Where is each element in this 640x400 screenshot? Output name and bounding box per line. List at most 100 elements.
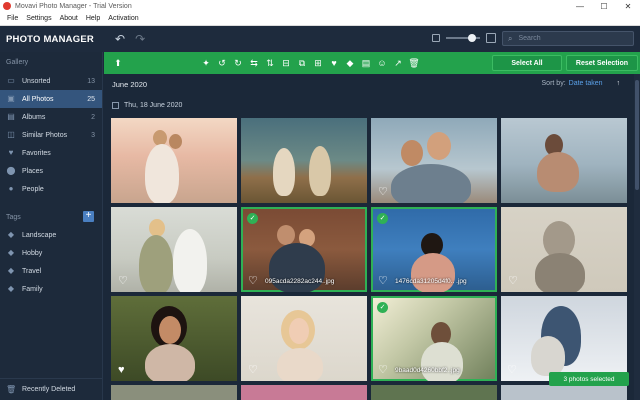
close-button[interactable]: ✕ [616, 2, 640, 11]
select-all-button[interactable]: Select All [492, 55, 562, 71]
photo-thumbnail[interactable] [241, 385, 367, 400]
photo-subject [401, 140, 423, 166]
import-icon[interactable]: ⬆ [110, 58, 126, 69]
selection-count-badge: 3 photos selected [549, 372, 629, 386]
large-thumbnail-icon[interactable] [486, 33, 496, 43]
sort-direction-icon[interactable]: ↑ [617, 80, 621, 87]
sort-label: Sort by: [541, 80, 566, 87]
selected-check-icon[interactable]: ✓ [377, 213, 388, 224]
photo-filename: 095acda2282ac244..jpg [265, 278, 335, 285]
search-input[interactable] [518, 35, 619, 42]
sidebar-item-unsorted[interactable]: ▭ Unsorted 13 [0, 72, 102, 90]
face-icon[interactable]: ☺ [374, 58, 390, 68]
flip-vertical-icon[interactable]: ⇅ [262, 58, 278, 69]
favorite-heart-icon[interactable]: ♡ [508, 276, 518, 287]
redo-icon[interactable]: ↷ [135, 32, 145, 46]
rotate-right-icon[interactable]: ↻ [230, 58, 246, 69]
photo-thumbnail[interactable] [241, 118, 367, 203]
minimize-button[interactable]: — [568, 2, 592, 11]
slider-track[interactable] [446, 34, 480, 42]
sidebar-item-favorites[interactable]: ♥ Favorites [0, 144, 102, 162]
rotate-left-icon[interactable]: ↺ [214, 58, 230, 69]
favorite-heart-icon[interactable]: ♥ [118, 365, 125, 376]
add-tag-button[interactable]: + [83, 211, 94, 222]
album-icon[interactable]: ▤ [358, 58, 374, 69]
sidebar-tag-family[interactable]: ◆ Family [0, 280, 102, 298]
photo-subject [289, 318, 309, 344]
photo-thumbnail[interactable]: ♥ [111, 296, 237, 381]
vertical-scrollbar[interactable] [634, 74, 640, 400]
photo-subject [277, 348, 323, 381]
tag-icon[interactable]: ◆ [342, 58, 358, 69]
menu-file[interactable]: File [7, 15, 18, 22]
photo-thumbnail[interactable]: ♡ [111, 207, 237, 292]
inbox-icon: ▭ [7, 76, 15, 85]
thumbnail-size-slider[interactable] [432, 33, 496, 43]
favorite-heart-icon[interactable]: ♡ [507, 365, 517, 376]
photo-thumbnail[interactable]: ♡ [241, 296, 367, 381]
resize-icon[interactable]: ⊞ [310, 58, 326, 69]
flip-horizontal-icon[interactable]: ⇆ [246, 58, 262, 69]
photo-thumbnail[interactable]: ♡ [501, 207, 627, 292]
menu-about[interactable]: About [60, 15, 78, 22]
maximize-button[interactable]: ☐ [592, 2, 616, 11]
sidebar-item-albums[interactable]: ▤ Albums 2 [0, 108, 102, 126]
favorite-heart-icon[interactable]: ♡ [248, 365, 258, 376]
sidebar-item-all-photos[interactable]: ▣ All Photos 25 [0, 90, 102, 108]
straighten-icon[interactable]: ⊟ [278, 58, 294, 69]
sidebar-item-recently-deleted[interactable]: 🗑 Recently Deleted [0, 378, 102, 400]
photo-thumbnail[interactable]: ♡ [371, 118, 497, 203]
search-icon: ⌕ [508, 33, 513, 43]
similar-icon: ◫ [7, 130, 15, 139]
sidebar-tag-landscape[interactable]: ◆ Landscape [0, 226, 102, 244]
sidebar-item-similar-photos[interactable]: ◫ Similar Photos 3 [0, 126, 102, 144]
gallery-section-title: Gallery [6, 59, 29, 66]
menu-activation[interactable]: Activation [108, 15, 138, 22]
search-box[interactable]: ⌕ [502, 31, 634, 46]
day-group-header: Thu, 18 June 2020 [112, 102, 182, 109]
scrollbar-thumb[interactable] [635, 80, 639, 190]
menu-settings[interactable]: Settings [26, 15, 51, 22]
menu-help[interactable]: Help [86, 15, 100, 22]
sidebar-item-places[interactable]: ⬤ Places [0, 162, 102, 180]
sidebar-tag-hobby[interactable]: ◆ Hobby [0, 244, 102, 262]
tag-icon: ◆ [7, 248, 15, 257]
photo-thumbnail[interactable] [501, 385, 627, 400]
selected-check-icon[interactable]: ✓ [377, 302, 388, 313]
photo-thumbnail[interactable] [371, 385, 497, 400]
photo-thumbnail[interactable] [111, 118, 237, 203]
delete-icon[interactable]: 🗑 [406, 58, 422, 69]
undo-icon[interactable]: ↶ [115, 32, 125, 46]
sidebar-tag-travel[interactable]: ◆ Travel [0, 262, 102, 280]
favorite-heart-icon[interactable]: ♡ [378, 365, 388, 376]
sort-control[interactable]: Sort by: Date taken ↑ [542, 80, 620, 87]
small-thumbnail-icon[interactable] [432, 34, 440, 42]
magic-wand-icon[interactable]: ✦ [198, 58, 214, 69]
favorite-heart-icon[interactable]: ♡ [248, 276, 258, 287]
sidebar-item-people[interactable]: ● People [0, 180, 102, 198]
select-day-checkbox[interactable] [112, 102, 119, 109]
photo-thumbnail[interactable]: ✓ ♡ 1476cda31205d4f0.. .jpg [371, 207, 497, 292]
photo-thumbnail[interactable] [111, 385, 237, 400]
tag-icon: ◆ [7, 266, 15, 275]
favorite-heart-icon[interactable]: ♡ [118, 276, 128, 287]
slider-handle[interactable] [468, 34, 476, 42]
photo-thumbnail[interactable]: ✓ ♡ 9baad0d4260bbf2..jpg [371, 296, 497, 381]
photo-subject [309, 146, 331, 196]
photo-thumbnail[interactable] [501, 118, 627, 203]
tags-label: Tags [6, 213, 21, 221]
favorite-heart-icon[interactable]: ♡ [378, 276, 388, 287]
selected-check-icon[interactable]: ✓ [247, 213, 258, 224]
sidebar-item-label: Favorites [22, 149, 51, 157]
crop-icon[interactable]: ⧉ [294, 58, 310, 69]
favorite-icon[interactable]: ♥ [326, 58, 342, 68]
photo-thumbnail[interactable]: ♡ [501, 296, 627, 381]
photo-subject [537, 152, 579, 192]
share-icon[interactable]: ↗ [390, 58, 406, 69]
reset-selection-button[interactable]: Reset Selection [566, 55, 638, 71]
photo-thumbnail[interactable]: ✓ ♡ 095acda2282ac244..jpg [241, 207, 367, 292]
favorite-heart-icon[interactable]: ♡ [378, 187, 388, 198]
photo-subject [427, 132, 451, 160]
app-brand: PHOTO MANAGER [0, 34, 103, 45]
sort-value-dropdown[interactable]: Date taken [569, 80, 603, 87]
